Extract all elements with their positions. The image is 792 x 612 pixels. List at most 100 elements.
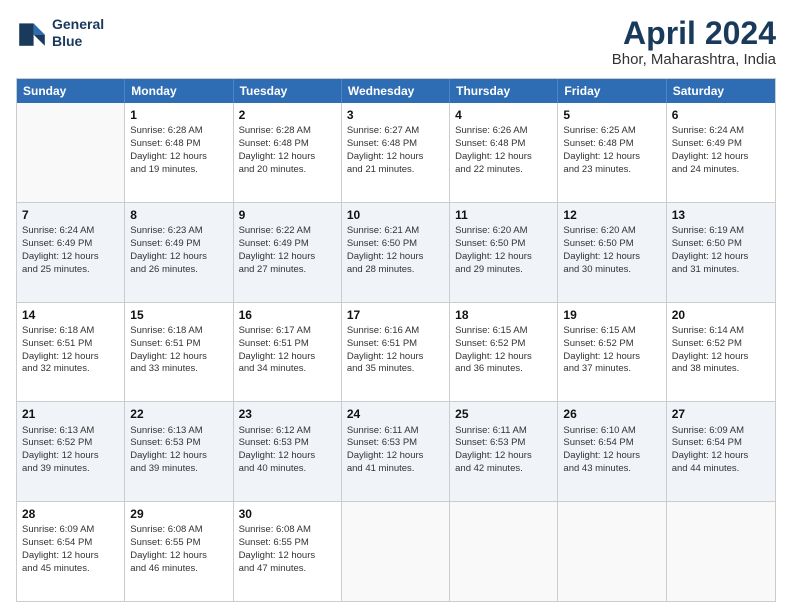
day-number: 24 — [347, 406, 444, 422]
calendar-cell: 16 Sunrise: 6:17 AM Sunset: 6:51 PM Dayli… — [234, 303, 342, 402]
logo: General Blue — [16, 16, 104, 50]
day-number: 14 — [22, 307, 119, 323]
day-info: Sunrise: 6:22 AM Sunset: 6:49 PM Dayligh… — [239, 225, 316, 274]
day-info: Sunrise: 6:20 AM Sunset: 6:50 PM Dayligh… — [455, 225, 532, 274]
calendar-header-cell: Saturday — [667, 79, 775, 103]
day-info: Sunrise: 6:24 AM Sunset: 6:49 PM Dayligh… — [672, 125, 749, 174]
day-number: 19 — [563, 307, 660, 323]
calendar-cell: 15Sunrise: 6:18 AM Sunset: 6:51 PM Dayli… — [125, 303, 233, 402]
day-info: Sunrise: 6:12 AM Sunset: 6:53 PM Dayligh… — [239, 425, 316, 474]
calendar: SundayMondayTuesdayWednesdayThursdayFrid… — [16, 78, 776, 602]
calendar-row: 1 Sunrise: 6:28 AM Sunset: 6:48 PM Daylig… — [17, 103, 775, 203]
day-number: 15 — [130, 307, 227, 323]
calendar-header-cell: Tuesday — [234, 79, 342, 103]
calendar-cell: 10Sunrise: 6:21 AM Sunset: 6:50 PM Dayli… — [342, 203, 450, 302]
calendar-cell: 24 Sunrise: 6:11 AM Sunset: 6:53 PM Dayli… — [342, 402, 450, 501]
calendar-cell: 22Sunrise: 6:13 AM Sunset: 6:53 PM Dayli… — [125, 402, 233, 501]
day-info: Sunrise: 6:08 AM Sunset: 6:55 PM Dayligh… — [130, 524, 207, 573]
day-number: 30 — [239, 506, 336, 522]
day-number: 18 — [455, 307, 552, 323]
calendar-row: 14 Sunrise: 6:18 AM Sunset: 6:51 PM Dayli… — [17, 303, 775, 403]
day-number: 26 — [563, 406, 660, 422]
day-info: Sunrise: 6:08 AM Sunset: 6:55 PM Dayligh… — [239, 524, 316, 573]
calendar-cell: 3 Sunrise: 6:27 AM Sunset: 6:48 PM Daylig… — [342, 103, 450, 202]
calendar-header-cell: Sunday — [17, 79, 125, 103]
day-info: Sunrise: 6:20 AM Sunset: 6:50 PM Dayligh… — [563, 225, 640, 274]
calendar-cell: 5 Sunrise: 6:25 AM Sunset: 6:48 PM Daylig… — [558, 103, 666, 202]
calendar-cell: 2Sunrise: 6:28 AM Sunset: 6:48 PM Daylig… — [234, 103, 342, 202]
day-number: 28 — [22, 506, 119, 522]
calendar-cell — [450, 502, 558, 601]
day-number: 7 — [22, 207, 119, 223]
calendar-header-cell: Monday — [125, 79, 233, 103]
logo-line1: General — [52, 16, 104, 33]
day-info: Sunrise: 6:11 AM Sunset: 6:53 PM Dayligh… — [455, 425, 532, 474]
calendar-title: April 2024 — [612, 16, 776, 51]
day-info: Sunrise: 6:19 AM Sunset: 6:50 PM Dayligh… — [672, 225, 749, 274]
calendar-cell: 20Sunrise: 6:14 AM Sunset: 6:52 PM Dayli… — [667, 303, 775, 402]
calendar-row: 28 Sunrise: 6:09 AM Sunset: 6:54 PM Dayli… — [17, 502, 775, 601]
calendar-body: 1 Sunrise: 6:28 AM Sunset: 6:48 PM Daylig… — [17, 103, 775, 601]
day-number: 12 — [563, 207, 660, 223]
calendar-cell: 28 Sunrise: 6:09 AM Sunset: 6:54 PM Dayli… — [17, 502, 125, 601]
calendar-row: 7 Sunrise: 6:24 AM Sunset: 6:49 PM Daylig… — [17, 203, 775, 303]
calendar-cell: 12 Sunrise: 6:20 AM Sunset: 6:50 PM Dayli… — [558, 203, 666, 302]
day-number: 16 — [239, 307, 336, 323]
day-number: 6 — [672, 107, 770, 123]
calendar-cell: 30 Sunrise: 6:08 AM Sunset: 6:55 PM Dayli… — [234, 502, 342, 601]
calendar-cell — [342, 502, 450, 601]
calendar-cell: 1 Sunrise: 6:28 AM Sunset: 6:48 PM Daylig… — [125, 103, 233, 202]
day-number: 23 — [239, 406, 336, 422]
calendar-header-cell: Thursday — [450, 79, 558, 103]
day-info: Sunrise: 6:11 AM Sunset: 6:53 PM Dayligh… — [347, 425, 424, 474]
day-number: 5 — [563, 107, 660, 123]
day-info: Sunrise: 6:13 AM Sunset: 6:53 PM Dayligh… — [130, 425, 207, 474]
day-number: 4 — [455, 107, 552, 123]
calendar-cell: 13 Sunrise: 6:19 AM Sunset: 6:50 PM Dayli… — [667, 203, 775, 302]
calendar-header-cell: Friday — [558, 79, 666, 103]
calendar-cell: 6 Sunrise: 6:24 AM Sunset: 6:49 PM Daylig… — [667, 103, 775, 202]
day-info: Sunrise: 6:27 AM Sunset: 6:48 PM Dayligh… — [347, 125, 424, 174]
calendar-cell: 11 Sunrise: 6:20 AM Sunset: 6:50 PM Dayli… — [450, 203, 558, 302]
day-number: 8 — [130, 207, 227, 223]
calendar-header-row: SundayMondayTuesdayWednesdayThursdayFrid… — [17, 79, 775, 103]
day-info: Sunrise: 6:13 AM Sunset: 6:52 PM Dayligh… — [22, 425, 99, 474]
day-number: 25 — [455, 406, 552, 422]
day-info: Sunrise: 6:25 AM Sunset: 6:48 PM Dayligh… — [563, 125, 640, 174]
calendar-cell: 9Sunrise: 6:22 AM Sunset: 6:49 PM Daylig… — [234, 203, 342, 302]
day-info: Sunrise: 6:09 AM Sunset: 6:54 PM Dayligh… — [22, 524, 99, 573]
calendar-cell: 23 Sunrise: 6:12 AM Sunset: 6:53 PM Dayli… — [234, 402, 342, 501]
calendar-cell: 25 Sunrise: 6:11 AM Sunset: 6:53 PM Dayli… — [450, 402, 558, 501]
day-number: 21 — [22, 406, 119, 422]
calendar-row: 21 Sunrise: 6:13 AM Sunset: 6:52 PM Dayli… — [17, 402, 775, 502]
logo-text: General Blue — [52, 16, 104, 50]
day-info: Sunrise: 6:23 AM Sunset: 6:49 PM Dayligh… — [130, 225, 207, 274]
day-number: 3 — [347, 107, 444, 123]
day-number: 13 — [672, 207, 770, 223]
day-number: 17 — [347, 307, 444, 323]
calendar-cell — [558, 502, 666, 601]
day-number: 29 — [130, 506, 227, 522]
page: General Blue April 2024 Bhor, Maharashtr… — [0, 0, 792, 612]
calendar-cell: 27Sunrise: 6:09 AM Sunset: 6:54 PM Dayli… — [667, 402, 775, 501]
calendar-cell: 19Sunrise: 6:15 AM Sunset: 6:52 PM Dayli… — [558, 303, 666, 402]
day-number: 27 — [672, 406, 770, 422]
day-info: Sunrise: 6:15 AM Sunset: 6:52 PM Dayligh… — [455, 325, 532, 374]
day-number: 11 — [455, 207, 552, 223]
logo-line2: Blue — [52, 33, 104, 50]
day-info: Sunrise: 6:26 AM Sunset: 6:48 PM Dayligh… — [455, 125, 532, 174]
calendar-cell — [667, 502, 775, 601]
day-info: Sunrise: 6:24 AM Sunset: 6:49 PM Dayligh… — [22, 225, 99, 274]
calendar-cell: 18 Sunrise: 6:15 AM Sunset: 6:52 PM Dayli… — [450, 303, 558, 402]
day-info: Sunrise: 6:16 AM Sunset: 6:51 PM Dayligh… — [347, 325, 424, 374]
day-info: Sunrise: 6:17 AM Sunset: 6:51 PM Dayligh… — [239, 325, 316, 374]
day-number: 1 — [130, 107, 227, 123]
day-info: Sunrise: 6:28 AM Sunset: 6:48 PM Dayligh… — [130, 125, 207, 174]
calendar-cell: 26Sunrise: 6:10 AM Sunset: 6:54 PM Dayli… — [558, 402, 666, 501]
day-number: 10 — [347, 207, 444, 223]
calendar-header-cell: Wednesday — [342, 79, 450, 103]
day-info: Sunrise: 6:18 AM Sunset: 6:51 PM Dayligh… — [22, 325, 99, 374]
logo-icon — [16, 17, 48, 49]
calendar-cell: 17 Sunrise: 6:16 AM Sunset: 6:51 PM Dayli… — [342, 303, 450, 402]
calendar-cell: 29 Sunrise: 6:08 AM Sunset: 6:55 PM Dayli… — [125, 502, 233, 601]
